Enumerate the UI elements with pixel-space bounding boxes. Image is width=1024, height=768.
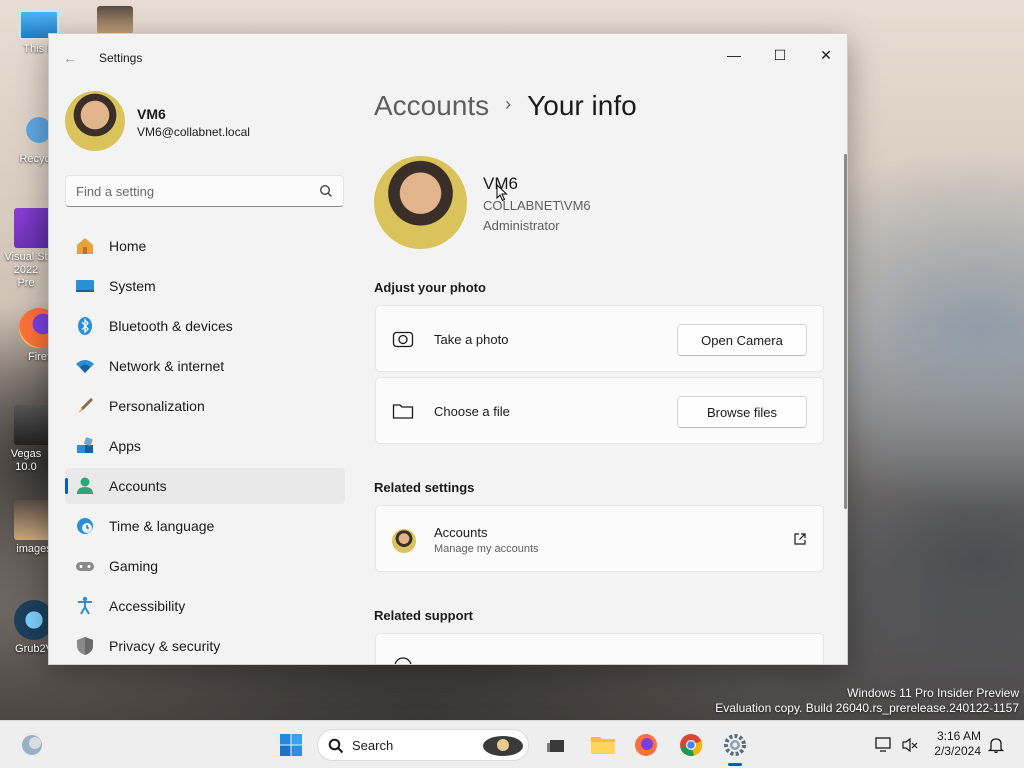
system-icon [75, 276, 95, 296]
brush-icon [75, 396, 95, 416]
sidebar-item-home[interactable]: Home [65, 228, 345, 264]
accessibility-icon [75, 596, 95, 616]
clock-time: 3:16 AM [936, 729, 981, 743]
volume-muted-icon[interactable] [896, 731, 924, 759]
title-bar[interactable]: ← Settings — ☐ ✕ [49, 34, 847, 82]
sidebar-item-time-language[interactable]: Time & language [65, 508, 345, 544]
search-box[interactable] [65, 175, 344, 207]
wifi-icon [75, 356, 95, 376]
chrome-icon[interactable] [677, 731, 705, 759]
profile-avatar[interactable] [65, 91, 125, 151]
related-accounts-subtitle: Manage my accounts [434, 543, 539, 555]
minimize-button[interactable]: — [711, 40, 757, 70]
globe-icon [394, 657, 412, 664]
taskbar: Search 3:16 AM 2/3/2024 [0, 720, 1024, 768]
related-accounts-title: Accounts [434, 525, 488, 540]
browse-files-button[interactable]: Browse files [677, 396, 807, 428]
network-tray-icon[interactable] [870, 731, 898, 759]
camera-icon [392, 331, 414, 348]
take-photo-label: Take a photo [434, 332, 509, 347]
breadcrumb-parent[interactable]: Accounts [374, 90, 489, 121]
bluetooth-icon [75, 316, 95, 336]
taskbar-clock[interactable]: 3:16 AM 2/3/2024 [928, 729, 981, 759]
breadcrumb-separator: › [505, 94, 512, 114]
related-settings-heading: Related settings [374, 480, 475, 495]
breadcrumb: Accounts › Your info [374, 90, 637, 122]
related-support-heading: Related support [374, 608, 473, 623]
take-photo-card: Take a photo Open Camera [375, 305, 824, 372]
sidebar-item-personalization[interactable]: Personalization [65, 388, 345, 424]
sidebar-item-gaming[interactable]: Gaming [65, 548, 345, 584]
search-icon[interactable] [319, 184, 333, 198]
widgets-icon[interactable] [18, 731, 46, 759]
search-highlight-icon [483, 736, 523, 756]
page-title: Your info [527, 90, 637, 121]
taskbar-search[interactable]: Search [317, 729, 529, 761]
adjust-photo-heading: Adjust your photo [374, 280, 486, 295]
external-link-icon [794, 533, 806, 545]
related-support-card[interactable] [375, 633, 824, 664]
search-input[interactable] [66, 176, 306, 206]
related-accounts-card[interactable]: Accounts Manage my accounts [375, 505, 824, 572]
choose-file-card: Choose a file Browse files [375, 377, 824, 444]
photo-thumbnail-icon [97, 6, 133, 34]
open-camera-button[interactable]: Open Camera [677, 324, 807, 356]
notification-bell-icon[interactable] [982, 731, 1010, 759]
window-title: Settings [99, 51, 143, 65]
taskbar-search-label: Search [352, 738, 394, 753]
taskbar-search-icon [328, 738, 344, 754]
settings-window: ← Settings — ☐ ✕ VM6 VM6@collabnet.local… [48, 33, 848, 665]
back-arrow-icon[interactable]: ← [63, 50, 77, 66]
sidebar-item-network[interactable]: Network & internet [65, 348, 345, 384]
home-icon [75, 236, 95, 256]
windows-watermark: Windows 11 Pro Insider Preview Evaluatio… [715, 686, 1019, 715]
active-app-indicator [728, 763, 742, 766]
globe-clock-icon [75, 516, 95, 536]
maximize-button[interactable]: ☐ [757, 40, 803, 70]
user-avatar [374, 156, 467, 249]
choose-file-label: Choose a file [434, 404, 510, 419]
user-role: Administrator [483, 218, 560, 233]
sidebar-item-system[interactable]: System [65, 268, 345, 304]
scrollbar[interactable] [844, 154, 847, 509]
start-icon[interactable] [277, 731, 305, 759]
sidebar-item-apps[interactable]: Apps [65, 428, 345, 464]
sidebar-item-bluetooth[interactable]: Bluetooth & devices [65, 308, 345, 344]
settings-gear-icon[interactable] [721, 731, 749, 759]
sidebar-item-accounts[interactable]: Accounts [65, 468, 345, 504]
profile-name: VM6 [137, 106, 166, 122]
accounts-icon [75, 476, 95, 496]
shield-icon [75, 636, 95, 656]
firefox-taskbar-icon[interactable] [632, 731, 660, 759]
sidebar-item-privacy-security[interactable]: Privacy & security [65, 628, 345, 664]
mouse-cursor-icon [496, 184, 508, 202]
apps-icon [75, 436, 95, 456]
sidebar-item-accessibility[interactable]: Accessibility [65, 588, 345, 624]
folder-icon [392, 404, 414, 419]
profile-email: VM6@collabnet.local [137, 125, 250, 139]
accounts-avatar-icon [392, 529, 416, 553]
file-explorer-icon[interactable] [589, 731, 617, 759]
task-view-icon[interactable] [542, 731, 570, 759]
clock-date: 2/3/2024 [934, 744, 981, 758]
gamepad-icon [75, 556, 95, 576]
close-button[interactable]: ✕ [803, 40, 847, 70]
sidebar-nav: Home System Bluetooth & devices Network … [65, 228, 345, 664]
